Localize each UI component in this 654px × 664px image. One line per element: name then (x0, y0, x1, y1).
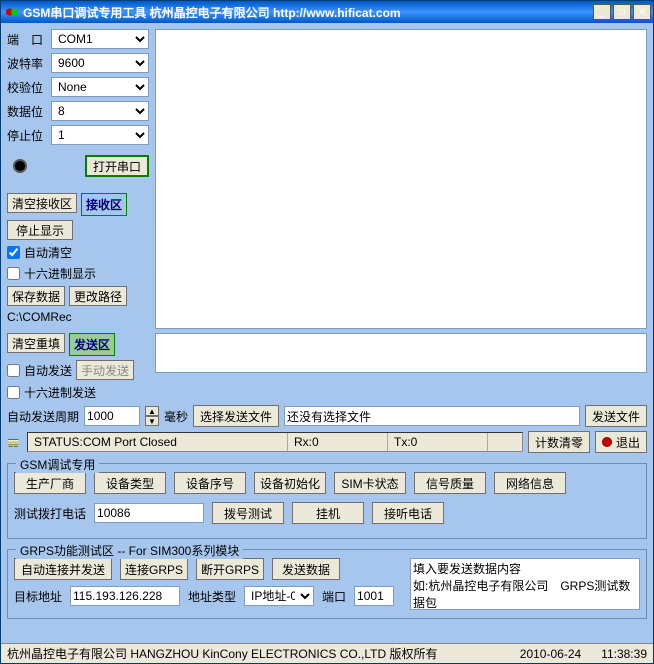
period-unit: 毫秒 (164, 408, 188, 425)
baud-select[interactable]: 9600 (51, 53, 149, 73)
train-icon: 🚃 (7, 437, 22, 448)
exit-icon (602, 437, 612, 447)
stopbits-label: 停止位 (7, 127, 47, 144)
close-button[interactable]: ✕ (633, 4, 651, 20)
auto-clear-checkbox[interactable] (7, 246, 20, 259)
period-down-button[interactable]: ▼ (145, 416, 159, 426)
target-addr-input[interactable] (70, 586, 180, 606)
port-select[interactable]: COM1 (51, 29, 149, 49)
clear-send-button[interactable]: 清空重填 (7, 333, 65, 353)
grps-connect-button[interactable]: 连接GRPS (120, 558, 188, 580)
change-path-button[interactable]: 更改路径 (69, 286, 127, 306)
app-icon (5, 5, 19, 19)
send-file-button[interactable]: 发送文件 (585, 405, 647, 427)
save-data-button[interactable]: 保存数据 (7, 286, 65, 306)
period-up-button[interactable]: ▲ (145, 406, 159, 416)
rx-count: Rx:0 (288, 433, 388, 451)
gsm-legend: GSM调试专用 (16, 456, 99, 473)
hex-send-checkbox[interactable] (7, 386, 20, 399)
grps-group: GRPS功能测试区 -- For SIM300系列模块 自动连接并发送 连接GR… (7, 549, 647, 619)
footer-company: 杭州晶控电子有限公司 HANGZHOU KinCony ELECTRONICS … (7, 645, 500, 662)
hex-display-checkbox[interactable] (7, 267, 20, 280)
save-path: C:\COMRec (7, 310, 149, 324)
gsm-group: GSM调试专用 生产厂商 设备类型 设备序号 设备初始化 SIM卡状态 信号质量… (7, 463, 647, 539)
select-file-button[interactable]: 选择发送文件 (193, 405, 279, 427)
hex-send-label: 十六进制发送 (24, 384, 96, 401)
send-area-label: 发送区 (69, 333, 115, 356)
grps-port-input[interactable] (354, 586, 394, 606)
gsm-devserial-button[interactable]: 设备序号 (174, 472, 246, 494)
auto-send-label: 自动发送 (24, 362, 72, 379)
stop-display-button[interactable]: 停止显示 (7, 220, 73, 240)
gsm-manufacturer-button[interactable]: 生产厂商 (14, 472, 86, 494)
baud-label: 波特率 (7, 55, 47, 72)
status-text: STATUS:COM Port Closed (28, 433, 288, 451)
file-path-input (284, 406, 580, 426)
grps-data-textarea[interactable]: 填入要发送数据内容 如:杭州晶控电子有限公司 GRPS测试数据包 (410, 558, 640, 610)
hangup-button[interactable]: 挂机 (292, 502, 364, 524)
parity-select[interactable]: None (51, 77, 149, 97)
status-led (13, 159, 27, 173)
minimize-button[interactable]: _ (593, 4, 611, 20)
answer-button[interactable]: 接听电话 (372, 502, 444, 524)
tx-count: Tx:0 (388, 433, 488, 451)
recv-area-label: 接收区 (81, 193, 127, 216)
footer-time: 11:38:39 (601, 647, 647, 661)
gsm-sim-button[interactable]: SIM卡状态 (334, 472, 406, 494)
gsm-devtype-button[interactable]: 设备类型 (94, 472, 166, 494)
gsm-init-button[interactable]: 设备初始化 (254, 472, 326, 494)
maximize-button[interactable]: □ (613, 4, 631, 20)
gsm-signal-button[interactable]: 信号质量 (414, 472, 486, 494)
addr-type-label: 地址类型 (188, 588, 236, 605)
open-port-button[interactable]: 打开串口 (85, 155, 149, 177)
auto-clear-label: 自动清空 (24, 244, 72, 261)
manual-send-button[interactable]: 手动发送 (76, 360, 134, 380)
send-textarea[interactable] (155, 333, 647, 373)
grps-send-button[interactable]: 发送数据 (272, 558, 340, 580)
main-window: GSM串口调试专用工具 杭州晶控电子有限公司 http://www.hifica… (0, 0, 654, 664)
grps-port-label: 端口 (322, 588, 346, 605)
addr-type-select[interactable]: IP地址-0 (244, 586, 314, 606)
dial-label: 测试拨打电话 (14, 505, 86, 522)
grps-disconnect-button[interactable]: 断开GRPS (196, 558, 264, 580)
statusbar: 杭州晶控电子有限公司 HANGZHOU KinCony ELECTRONICS … (1, 643, 653, 663)
parity-label: 校验位 (7, 79, 47, 96)
dial-test-button[interactable]: 拨号测试 (212, 502, 284, 524)
grps-autoconnect-button[interactable]: 自动连接并发送 (14, 558, 112, 580)
send-period-label: 自动发送周期 (7, 408, 79, 425)
databits-label: 数据位 (7, 103, 47, 120)
titlebar: GSM串口调试专用工具 杭州晶控电子有限公司 http://www.hifica… (1, 1, 653, 23)
recv-textarea[interactable] (155, 29, 647, 329)
databits-select[interactable]: 8 (51, 101, 149, 121)
footer-date: 2010-06-24 (520, 647, 581, 661)
gsm-network-button[interactable]: 网络信息 (494, 472, 566, 494)
stopbits-select[interactable]: 1 (51, 125, 149, 145)
send-period-input[interactable] (84, 406, 140, 426)
grps-legend: GRPS功能测试区 -- For SIM300系列模块 (16, 542, 243, 559)
port-label: 端 口 (7, 31, 47, 48)
auto-send-checkbox[interactable] (7, 364, 20, 377)
dial-input[interactable] (94, 503, 204, 523)
title-text: GSM串口调试专用工具 杭州晶控电子有限公司 http://www.hifica… (23, 4, 593, 21)
counter-clear-button[interactable]: 计数清零 (528, 431, 590, 453)
target-addr-label: 目标地址 (14, 588, 62, 605)
exit-button[interactable]: 退出 (595, 431, 647, 453)
hex-display-label: 十六进制显示 (24, 265, 96, 282)
clear-recv-button[interactable]: 清空接收区 (7, 193, 77, 213)
